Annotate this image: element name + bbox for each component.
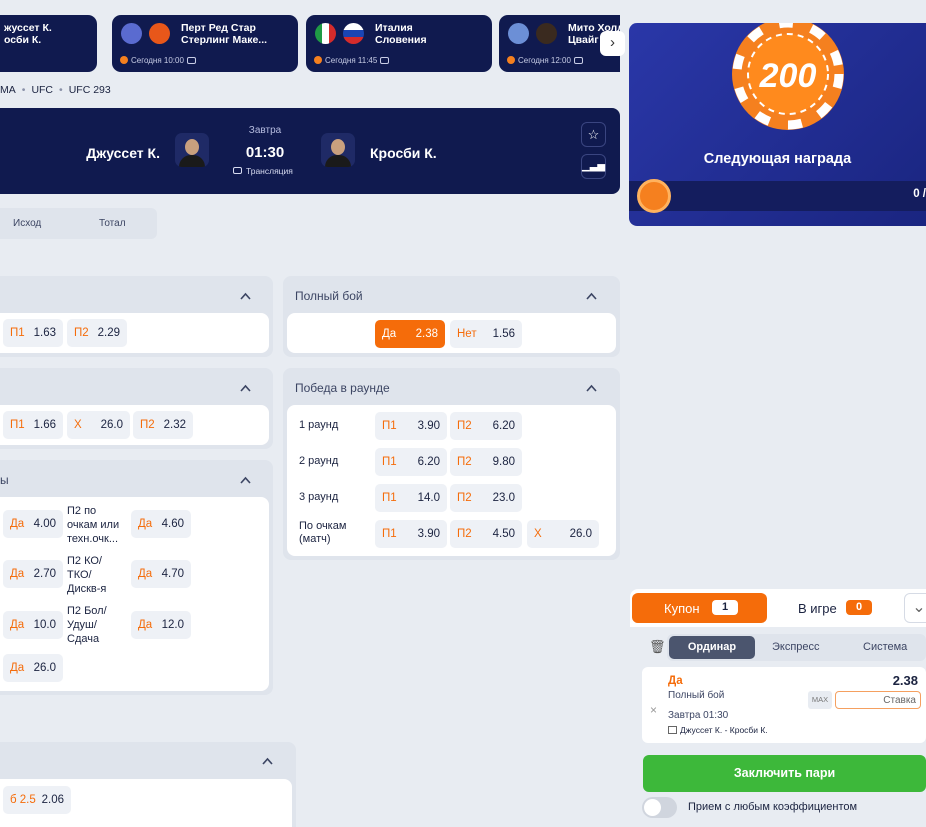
market-block: ы Да 4.00 П2 по очкам или техн.очк... Да 4… bbox=[0, 460, 273, 695]
tab-in-game[interactable]: В игре bbox=[798, 601, 837, 616]
odd-button[interactable]: П2 2.29 bbox=[67, 319, 127, 347]
fighter1-name: Джуссет К. bbox=[86, 145, 160, 161]
tab-total[interactable]: Тотал bbox=[99, 218, 126, 229]
odd-button[interactable]: Да 10.0 bbox=[3, 611, 63, 639]
odd-button[interactable]: П1 14.0 bbox=[375, 484, 447, 512]
team-logo bbox=[121, 23, 142, 44]
market-block: П1 1.66 X 26.0 П2 2.32 bbox=[0, 368, 273, 449]
odd-button[interactable]: Да 4.00 bbox=[3, 510, 63, 538]
flag-slovenia-icon bbox=[343, 23, 364, 44]
market-block: П1 1.63 П2 2.29 bbox=[0, 276, 273, 357]
odd-button[interactable]: П2 23.0 bbox=[450, 484, 522, 512]
accept-any-odds-toggle[interactable] bbox=[642, 797, 677, 818]
calendar-icon bbox=[668, 726, 677, 734]
odd-button[interactable]: П1 1.63 bbox=[3, 319, 63, 347]
event-time: 01:30 bbox=[245, 144, 285, 161]
market-block-full-fight: Полный бой Да 2.38 Нет 1.56 bbox=[283, 276, 620, 357]
scroll-right-button[interactable]: › bbox=[600, 31, 625, 56]
max-stake-button[interactable]: MAX bbox=[808, 691, 832, 709]
chevron-up-icon[interactable] bbox=[240, 383, 251, 394]
stake-input[interactable]: Ставка bbox=[835, 691, 921, 709]
sport-icon bbox=[507, 56, 515, 64]
chevron-up-icon[interactable] bbox=[240, 475, 251, 486]
team-logo bbox=[149, 23, 170, 44]
market-block: б 2.5 2.06 bbox=[0, 742, 296, 827]
breadcrumb: MA • UFC • UFC 293 bbox=[0, 84, 111, 96]
odd-button[interactable]: б 2.5 2.06 bbox=[3, 786, 71, 814]
type-system[interactable]: Система bbox=[863, 641, 907, 653]
team-logo bbox=[536, 23, 557, 44]
odd-button[interactable]: П1 3.90 bbox=[375, 520, 447, 548]
remove-bet-close-icon[interactable]: × bbox=[650, 703, 657, 717]
odd-button[interactable]: П2 6.20 bbox=[450, 412, 522, 440]
chevron-up-icon[interactable] bbox=[586, 383, 597, 394]
chevron-down-icon[interactable]: ⌄ bbox=[904, 593, 926, 623]
sport-icon bbox=[314, 56, 322, 64]
stats-icon[interactable]: ▁▃▅ bbox=[581, 154, 606, 179]
type-express[interactable]: Экспресс bbox=[772, 641, 820, 653]
tab-coupon[interactable]: Купон 1 bbox=[632, 593, 767, 623]
place-bet-button[interactable]: Заключить пари bbox=[643, 755, 926, 792]
match-card[interactable]: Перт Ред Стар Стерлинг Маке... Сегодня 10… bbox=[112, 15, 298, 72]
odd-button[interactable]: Да 4.70 bbox=[131, 560, 191, 588]
match-card[interactable]: Италия Словения Сегодня 11:45 bbox=[306, 15, 492, 72]
odd-button[interactable]: П1 1.66 bbox=[3, 411, 63, 439]
reward-card: 200 Следующая награда 0 / bbox=[629, 23, 926, 226]
fighter2-avatar bbox=[321, 133, 355, 167]
odd-button[interactable]: П2 2.32 bbox=[133, 411, 193, 439]
reward-title: Следующая награда bbox=[703, 151, 852, 167]
broadcast-link[interactable]: Трансляция bbox=[233, 166, 293, 176]
market-block-round: Победа в раунде 1 раунд П1 3.90 П2 6.20 2 … bbox=[283, 368, 620, 560]
odd-button[interactable]: П1 3.90 bbox=[375, 412, 447, 440]
flag-italy-icon bbox=[315, 23, 336, 44]
trash-icon[interactable]: 🗑 bbox=[649, 639, 666, 655]
sport-icon bbox=[120, 56, 128, 64]
odd-button[interactable]: П1 6.20 bbox=[375, 448, 447, 476]
odd-button[interactable]: X 26.0 bbox=[527, 520, 599, 548]
fighter1-avatar bbox=[175, 133, 209, 167]
odd-button[interactable]: Да 4.60 bbox=[131, 510, 191, 538]
odd-button[interactable]: Да 26.0 bbox=[3, 654, 63, 682]
bet-odd: 2.38 bbox=[892, 673, 918, 688]
bet-item: Да 2.38 Полный бой × MAX Ставка Завтра 0… bbox=[642, 667, 926, 743]
odd-button[interactable]: Да 2.70 bbox=[3, 560, 63, 588]
tv-icon bbox=[380, 57, 390, 64]
team-logo bbox=[508, 23, 529, 44]
odd-button[interactable]: П2 4.50 bbox=[450, 520, 522, 548]
reward-amount: 200 bbox=[759, 57, 817, 95]
tab-outcome[interactable]: Исход bbox=[13, 218, 41, 229]
bet-slip: Купон 1 В игре 0 ⌄ 🗑 Ординар Экспресс Си… bbox=[630, 589, 926, 827]
odd-button[interactable]: Да 12.0 bbox=[131, 611, 191, 639]
chevron-up-icon[interactable] bbox=[586, 291, 597, 302]
ball-icon bbox=[637, 179, 671, 213]
odd-button[interactable]: X 26.0 bbox=[67, 411, 130, 439]
bet-type-switch: Ординар Экспресс Система bbox=[667, 634, 926, 661]
tv-icon bbox=[186, 57, 196, 64]
odd-button[interactable]: Нет 1.56 bbox=[450, 320, 522, 348]
fighter2-name: Кросби К. bbox=[370, 145, 437, 161]
tv-icon bbox=[233, 167, 242, 174]
odd-button-selected[interactable]: Да 2.38 bbox=[375, 320, 445, 348]
type-single[interactable]: Ординар bbox=[669, 636, 755, 659]
favorite-star-icon[interactable]: ☆ bbox=[581, 122, 606, 147]
match-card[interactable]: жуссет К. осби К. bbox=[0, 15, 97, 72]
event-header: Джуссет К. Завтра 01:30 Трансляция Кросб… bbox=[0, 108, 620, 194]
reward-progress-bar bbox=[629, 181, 926, 211]
odd-button[interactable]: П2 9.80 bbox=[450, 448, 522, 476]
chevron-up-icon[interactable] bbox=[262, 756, 273, 767]
market-tabs: Исход Тотал bbox=[0, 208, 157, 239]
chevron-up-icon[interactable] bbox=[240, 291, 251, 302]
tv-icon bbox=[573, 57, 583, 64]
